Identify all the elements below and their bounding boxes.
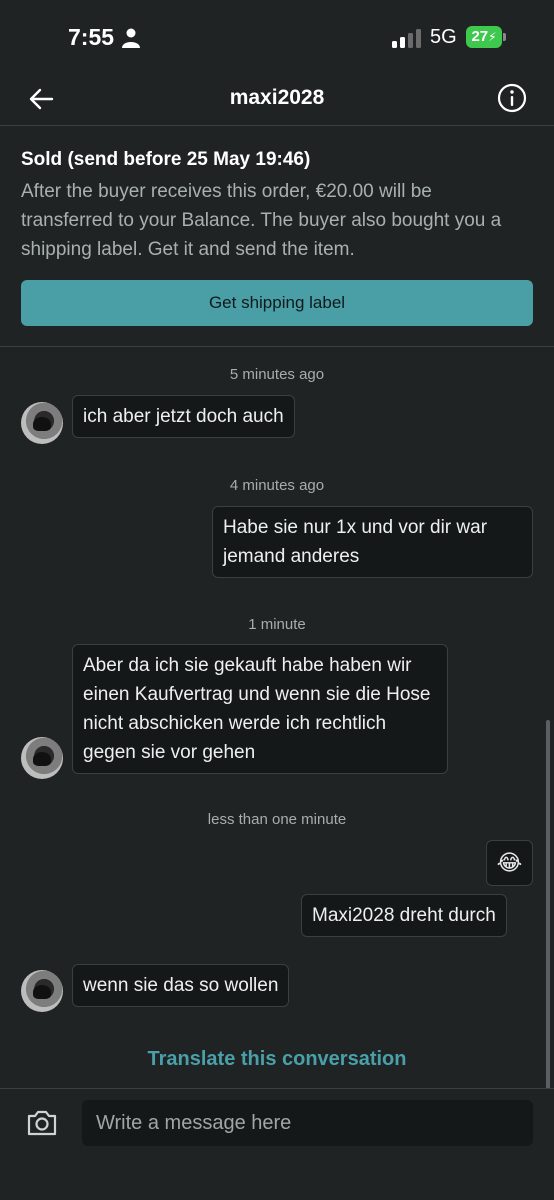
scrollbar[interactable] [546,720,550,1090]
battery-level: 27 [471,28,489,45]
status-bar: 7:55 5G 27⚡ [0,0,554,76]
translate-conversation-link[interactable]: Translate this conversation [0,1048,554,1071]
order-status-panel: Sold (send before 25 May 19:46) After th… [0,127,554,347]
message-sent: Maxi2028 dreht durch [301,894,507,937]
get-shipping-label-button[interactable]: Get shipping label [21,280,533,326]
chat-header: maxi2028 [0,76,554,126]
avatar[interactable] [21,737,63,779]
status-time: 7:55 [68,24,115,50]
signal-icon [392,29,421,48]
message-composer [0,1088,554,1200]
message-sent: Habe sie nur 1x und vor dir war jemand a… [212,506,533,578]
timestamp: 5 minutes ago [229,366,325,383]
page-title: maxi2028 [229,86,325,109]
laughing-emoji: 😂 [496,850,523,875]
battery-icon: 27⚡ [466,26,506,48]
timestamp: 4 minutes ago [229,477,325,494]
message-received: ich aber jetzt doch auch [72,395,295,438]
message-received: wenn sie das so wollen [72,964,290,1007]
message-sent-emoji: 😂 [486,840,533,886]
avatar[interactable] [21,970,63,1012]
network-type: 5G [430,26,457,48]
order-description: After the buyer receives this order, €20… [21,181,502,260]
order-title: Sold (send before 25 May 19:46) [21,149,311,170]
timestamp: 1 minute [248,616,306,633]
camera-icon[interactable] [26,1109,58,1137]
timestamp: less than one minute [207,811,347,828]
message-received: Aber da ich sie gekauft habe haben wir e… [72,644,448,774]
avatar[interactable] [21,402,63,444]
person-icon [122,28,140,48]
info-icon[interactable] [497,83,527,113]
message-input[interactable] [82,1100,533,1146]
